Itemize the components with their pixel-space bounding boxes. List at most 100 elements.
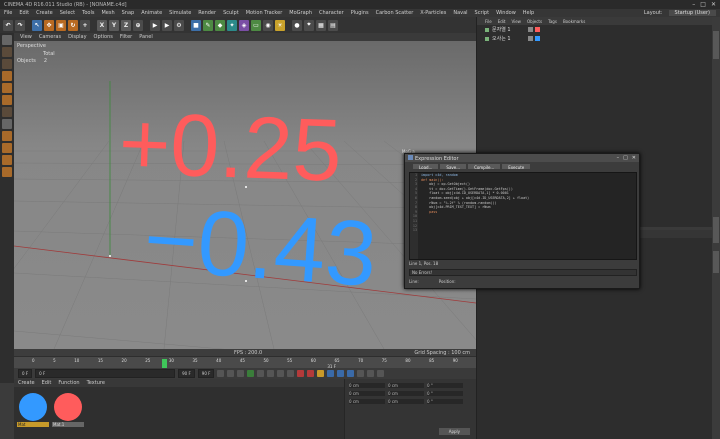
snapping-icon[interactable] (2, 131, 12, 141)
key-selection-icon[interactable] (317, 370, 325, 377)
obj-menu-tags[interactable]: Tags (548, 19, 557, 24)
viewport-menu-filter[interactable]: Filter (120, 34, 132, 40)
previous-frame-icon[interactable] (237, 370, 245, 377)
viewport-menu-cameras[interactable]: Cameras (39, 34, 61, 40)
viewport-menu-panel[interactable]: Panel (139, 34, 153, 40)
menu-window[interactable]: Window (496, 10, 516, 16)
mat-menu-edit[interactable]: Edit (42, 380, 52, 386)
spline-pen-icon[interactable]: ✎ (203, 19, 213, 31)
camera-icon[interactable]: ◉ (263, 19, 273, 31)
material-tag-icon[interactable] (534, 36, 540, 41)
obj-menu-file[interactable]: File (485, 19, 492, 24)
next-frame-icon[interactable] (257, 370, 265, 377)
coord-position-field[interactable]: 0 cm (349, 399, 385, 404)
layers-side-tab[interactable] (713, 251, 719, 273)
code-editor[interactable]: 1 2 3 4 5 6 7 8 9 10 11 12 13 import c4d, random def … (409, 172, 637, 260)
viewport-menu-options[interactable]: Options (94, 34, 113, 40)
redo-icon[interactable]: ↷ (15, 19, 25, 31)
menu-simulate[interactable]: Simulate (169, 10, 191, 16)
x-axis-icon[interactable]: X (97, 19, 107, 31)
python-tag-icon[interactable] (527, 27, 533, 32)
layout-dropdown[interactable]: Startup (User) (668, 10, 716, 16)
apply-button[interactable]: Apply (438, 428, 470, 435)
go-to-start-icon[interactable] (217, 370, 225, 377)
subdivision-icon[interactable]: ◆ (215, 19, 225, 31)
coord-size-field[interactable]: 0 cm (388, 391, 424, 396)
tweak-mode-icon[interactable] (2, 119, 12, 129)
menu-mograph[interactable]: MoGraph (289, 10, 312, 16)
previous-key-icon[interactable] (227, 370, 235, 377)
coord-position-field[interactable]: 0 cm (349, 383, 385, 388)
enable-axis-icon[interactable] (2, 107, 12, 117)
recent-tools-icon[interactable]: + (80, 19, 90, 31)
python-tag-icon[interactable] (527, 36, 533, 41)
maximize-icon[interactable]: □ (700, 1, 706, 8)
workplane-icon[interactable]: ▦ (316, 19, 326, 31)
menu-script[interactable]: Script (475, 10, 490, 16)
close-icon[interactable]: ✕ (711, 1, 716, 8)
scale-icon[interactable]: ▣ (56, 19, 66, 31)
menu-edit[interactable]: Edit (19, 10, 29, 16)
timeline-playhead[interactable] (162, 359, 167, 368)
coord-size-field[interactable]: 0 cm (388, 399, 424, 404)
attributes-side-tab[interactable] (713, 217, 719, 243)
end-frame-field[interactable]: 90 F (178, 369, 195, 378)
obj-menu-view[interactable]: View (511, 19, 521, 24)
rotation-key-icon[interactable] (347, 370, 355, 377)
render-picture-viewer-icon[interactable]: ▶ (162, 19, 172, 31)
menu-motion-tracker[interactable]: Motion Tracker (246, 10, 283, 16)
snap-icon[interactable]: ⌖ (304, 19, 314, 31)
timeline-menu-icon[interactable] (377, 370, 385, 377)
autokey-icon[interactable] (307, 370, 315, 377)
obj-menu-objects[interactable]: Objects (527, 19, 542, 24)
lock-workplane-icon[interactable]: ▤ (328, 19, 338, 31)
loop-icon[interactable] (287, 370, 295, 377)
max-frame-field[interactable]: 90 F (197, 369, 215, 378)
model-mode-icon[interactable] (2, 47, 12, 57)
live-selection-icon[interactable]: ↖ (32, 19, 42, 31)
make-editable-icon[interactable] (2, 35, 12, 45)
polygon-mode-icon[interactable] (2, 95, 12, 105)
editor-titlebar[interactable]: Expression Editor – □ ✕ (405, 154, 639, 162)
obj-menu-bookmarks[interactable]: Bookmarks (563, 19, 585, 24)
position-key-icon[interactable] (327, 370, 335, 377)
start-frame-field[interactable]: 0 F (18, 369, 33, 378)
editor-close-icon[interactable]: ✕ (632, 155, 636, 161)
sculpt-icon[interactable]: ● (292, 19, 302, 31)
workplane-mode-icon[interactable] (2, 143, 12, 153)
menu-plugins[interactable]: Plugins (351, 10, 369, 16)
mat-menu-function[interactable]: Function (58, 380, 79, 386)
save-button[interactable]: Save... (440, 164, 467, 170)
menu-tools[interactable]: Tools (82, 10, 94, 16)
render-view-icon[interactable]: ▶ (150, 19, 160, 31)
compile-button[interactable]: Compile... (468, 164, 501, 170)
load-button[interactable]: Load... (413, 164, 439, 170)
next-key-icon[interactable] (267, 370, 275, 377)
cube-icon[interactable]: ■ (191, 19, 201, 31)
menu-character[interactable]: Character (319, 10, 344, 16)
menu-carbon-scatter[interactable]: Carbon Scatter (376, 10, 414, 16)
coord-size-field[interactable]: 0 cm (388, 383, 424, 388)
undo-icon[interactable]: ↶ (3, 19, 13, 31)
menu-snap[interactable]: Snap (122, 10, 135, 16)
coord-rotation-field[interactable]: 0 ° (427, 399, 463, 404)
viewport-menu-display[interactable]: Display (68, 34, 86, 40)
timeline[interactable]: 0 5 10 15 20 25 30 35 40 45 50 55 60 65 … (14, 356, 476, 369)
menu-select[interactable]: Select (60, 10, 75, 16)
parameter-key-icon[interactable] (357, 370, 365, 377)
editor-maximize-icon[interactable]: □ (623, 155, 628, 161)
minimize-icon[interactable]: – (692, 1, 695, 8)
menu-x-particles[interactable]: X-Particles (420, 10, 446, 16)
rotate-icon[interactable]: ↻ (68, 19, 78, 31)
record-keys-icon[interactable] (297, 370, 305, 377)
coord-rotation-field[interactable]: 0 ° (427, 383, 463, 388)
mat-menu-texture[interactable]: Texture (87, 380, 105, 386)
obj-menu-edit[interactable]: Edit (498, 19, 506, 24)
object-row[interactable]: 문자열 1 (477, 25, 720, 34)
menu-mesh[interactable]: Mesh (101, 10, 114, 16)
coordinate-system-icon[interactable]: ⊕ (133, 19, 143, 31)
mograph-cloner-icon[interactable]: ✦ (227, 19, 237, 31)
menu-file[interactable]: File (4, 10, 12, 16)
material-swatch[interactable]: Mat.1 (52, 391, 84, 427)
coord-position-field[interactable]: 0 cm (349, 391, 385, 396)
